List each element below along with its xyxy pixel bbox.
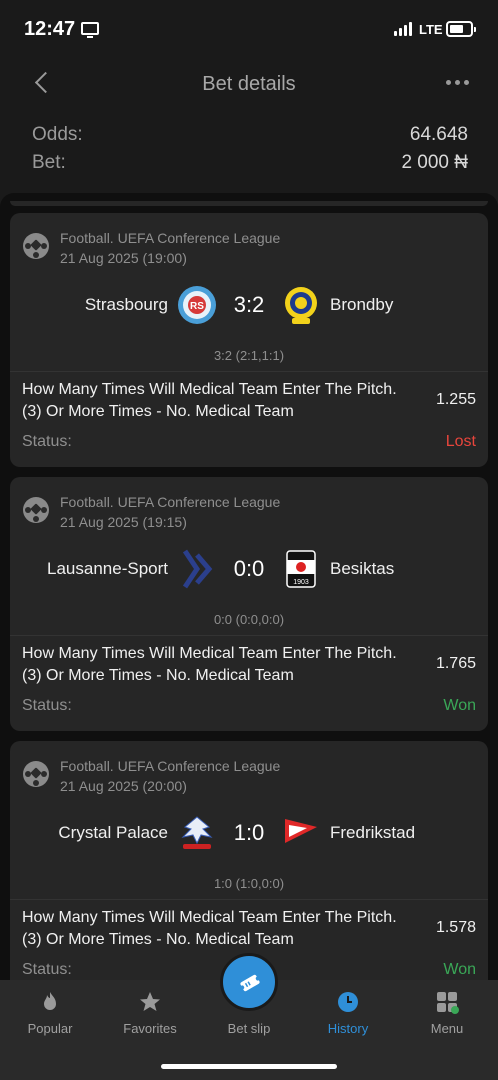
bet-odds: 1.255 — [435, 391, 476, 408]
match-date: 21 Aug 2025 (19:00) — [60, 250, 187, 266]
football-icon — [23, 761, 49, 787]
divider — [10, 635, 488, 636]
status-time: 12:47 — [24, 18, 76, 40]
detail-score: 0:0 (0:0,0:0) — [213, 612, 285, 627]
bet-market: How Many Times Will Medical Team Enter T… — [22, 645, 397, 684]
tab-label: Favorites — [123, 1021, 177, 1036]
bet-odds: 1.578 — [435, 919, 476, 936]
battery-icon — [446, 21, 476, 37]
match-row: Lausanne-Sport 0:0 1903 Besiktas — [10, 547, 488, 591]
home-indicator — [161, 1064, 337, 1069]
bet-odds: 1.765 — [435, 655, 476, 672]
bet-card[interactable]: Football. UEFA Conference League 21 Aug … — [10, 213, 488, 467]
bet-value: 2 000 ₦ — [401, 152, 468, 173]
tab-popular[interactable]: Popular — [0, 980, 100, 1050]
match-score: 3:2 — [233, 292, 265, 317]
more-options-button[interactable] — [446, 80, 474, 90]
bet-list[interactable]: Football. UEFA Conference League 21 Aug … — [0, 193, 498, 980]
ticket-icon — [240, 974, 260, 992]
tab-label: History — [327, 1021, 369, 1036]
svg-text:RS: RS — [190, 301, 204, 312]
status-label: Status: — [22, 433, 72, 450]
detail-score: 1:0 (1:0,0:0) — [213, 876, 285, 891]
home-team: Lausanne-Sport — [47, 559, 168, 578]
match-row: Strasbourg RS 3:2 Brondby — [10, 283, 488, 327]
status-badge: Lost — [445, 433, 476, 450]
away-team: Fredrikstad — [330, 823, 416, 842]
football-icon — [23, 233, 49, 259]
grid-icon — [437, 992, 459, 1014]
divider — [10, 899, 488, 900]
divider — [10, 371, 488, 372]
football-icon — [23, 497, 49, 523]
besiktas-logo-icon: 1903 — [286, 550, 316, 588]
tab-label: Menu — [430, 1021, 464, 1036]
screen-mirroring-icon — [81, 22, 99, 38]
status-label: Status: — [22, 697, 72, 714]
bet-market: How Many Times Will Medical Team Enter T… — [22, 909, 397, 948]
tab-bet-slip[interactable]: Bet slip — [199, 953, 299, 1050]
match-score: 1:0 — [233, 820, 265, 845]
page-title: Bet details — [202, 73, 296, 95]
status-badge: Won — [443, 961, 476, 978]
fredrikstad-logo-icon — [285, 819, 317, 843]
away-team: Besiktas — [330, 559, 395, 578]
detail-score: 3:2 (2:1,1:1) — [213, 348, 285, 363]
odds-label: Odds: — [32, 124, 83, 145]
crystal-palace-logo-icon — [181, 816, 213, 849]
lausanne-logo-icon — [182, 549, 213, 589]
list-top-edge — [10, 201, 488, 206]
bottom-tab-bar: Popular Favorites Bet slip History Menu — [0, 953, 498, 1080]
status-label: Status: — [22, 961, 72, 978]
network-type: LTE — [419, 22, 443, 37]
tab-favorites[interactable]: Favorites — [100, 980, 200, 1050]
svg-text:1903: 1903 — [293, 579, 309, 586]
strasbourg-logo-icon: RS — [178, 286, 216, 324]
home-team: Strasbourg — [84, 295, 168, 314]
clock-icon — [338, 992, 358, 1012]
home-team: Crystal Palace — [58, 823, 168, 842]
league-name: Football. UEFA Conference League — [60, 758, 281, 774]
match-score: 0:0 — [233, 556, 265, 581]
bet-card[interactable]: Football. UEFA Conference League 21 Aug … — [10, 741, 488, 980]
away-team: Brondby — [330, 295, 394, 314]
brondby-logo-icon — [285, 287, 317, 324]
bet-card[interactable]: Football. UEFA Conference League 21 Aug … — [10, 477, 488, 731]
tab-history[interactable]: History — [298, 980, 398, 1050]
tab-menu[interactable]: Menu — [397, 980, 497, 1050]
match-row: Crystal Palace 1:0 Fredrikstad — [10, 811, 488, 855]
match-date: 21 Aug 2025 (20:00) — [60, 778, 187, 794]
bet-market: How Many Times Will Medical Team Enter T… — [22, 381, 397, 420]
bet-summary: Odds: 64.648 Bet: 2 000 ₦ — [32, 124, 468, 180]
signal-icon — [394, 22, 414, 36]
match-date: 21 Aug 2025 (19:15) — [60, 514, 187, 530]
odds-value: 64.648 — [409, 124, 468, 145]
star-icon — [140, 992, 160, 1011]
status-badge: Won — [443, 697, 476, 714]
bet-slip-button[interactable] — [220, 953, 278, 1011]
flame-icon — [44, 992, 56, 1010]
tab-label: Bet slip — [227, 1021, 271, 1036]
header: Bet details — [0, 60, 498, 110]
bet-label: Bet: — [32, 152, 66, 173]
league-name: Football. UEFA Conference League — [60, 494, 281, 510]
league-name: Football. UEFA Conference League — [60, 230, 281, 246]
tab-label: Popular — [27, 1021, 73, 1036]
status-bar: 12:47 LTE — [0, 0, 498, 60]
more-horizontal-icon — [446, 80, 451, 85]
